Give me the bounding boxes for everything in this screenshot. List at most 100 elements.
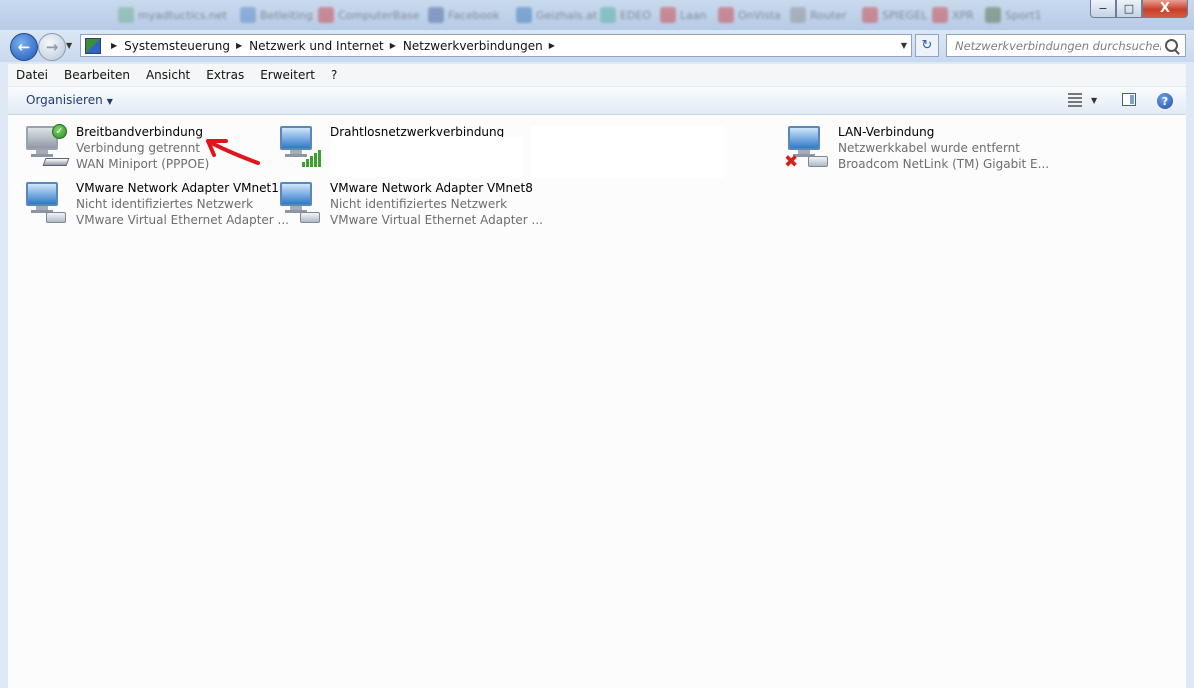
- background-tab: myadtuctics.net: [118, 5, 227, 25]
- background-tab-label: myadtuctics.net: [138, 8, 227, 22]
- background-tab-label: Geizhals.at: [536, 8, 598, 22]
- vmware-adapter-icon: [22, 180, 70, 228]
- background-tab: SPIEGEL: [862, 5, 927, 25]
- preview-pane-icon[interactable]: [1122, 93, 1136, 106]
- wireless-icon: [276, 124, 324, 172]
- breadcrumb-item-systemsteuerung[interactable]: Systemsteuerung: [124, 39, 230, 53]
- signal-bars-icon: [300, 150, 322, 167]
- annotation-arrow-icon: [206, 139, 260, 165]
- address-bar[interactable]: ▶ Systemsteuerung ▶ Netzwerk und Internet…: [80, 34, 912, 57]
- tab-favicon-icon: [516, 7, 532, 23]
- back-button[interactable]: ←: [10, 33, 38, 61]
- background-tab: OnVista: [718, 5, 781, 25]
- network-plug-icon: [808, 156, 828, 167]
- change-view-icon[interactable]: [1068, 93, 1082, 107]
- organize-button[interactable]: Organisieren ▼: [26, 93, 113, 107]
- breadcrumb-root-arrow[interactable]: ▶: [105, 41, 124, 50]
- lan-icon: ✖: [784, 124, 832, 172]
- background-tab-label: SPIEGEL: [882, 8, 928, 22]
- breadcrumb-item-netzwerkverbindungen[interactable]: Netzwerkverbindungen: [403, 39, 543, 53]
- redacted-area: [332, 137, 522, 177]
- tab-favicon-icon: [790, 7, 806, 23]
- network-plug-icon: [300, 212, 320, 223]
- menu-erweitert[interactable]: Erweitert: [252, 68, 323, 82]
- organize-label: Organisieren: [26, 93, 103, 107]
- navigation-bar: ← → ▼ ▶ Systemsteuerung ▶ Netzwerk und In…: [0, 30, 1194, 62]
- refresh-icon: ↻: [921, 38, 933, 53]
- connection-item-breitband[interactable]: ✓ Breitbandverbindung Verbindung getrenn…: [22, 124, 209, 172]
- control-panel-icon: [85, 37, 101, 54]
- background-tab: Laan: [660, 5, 707, 25]
- breadcrumb-chevron-icon[interactable]: ▶: [549, 41, 555, 50]
- connection-item-vmnet1[interactable]: VMware Network Adapter VMnet1 Nicht iden…: [22, 180, 289, 228]
- network-plug-icon: [46, 212, 66, 223]
- menu-ansicht[interactable]: Ansicht: [138, 68, 198, 82]
- menu-help[interactable]: ?: [323, 68, 345, 82]
- recent-pages-dropdown[interactable]: ▼: [66, 41, 72, 50]
- tab-favicon-icon: [600, 7, 616, 23]
- forward-arrow-icon: →: [45, 38, 59, 56]
- menu-bar: Datei Bearbeiten Ansicht Extras Erweiter…: [8, 64, 1186, 87]
- menu-extras[interactable]: Extras: [198, 68, 252, 82]
- menu-bearbeiten[interactable]: Bearbeiten: [56, 68, 138, 82]
- background-tab-label: Router: [810, 8, 847, 22]
- connection-name: Breitbandverbindung: [76, 125, 203, 139]
- vmware-adapter-icon: [276, 180, 324, 228]
- window-controls: − □ X: [1090, 0, 1188, 18]
- connection-status: Nicht identifiziertes Netzwerk: [330, 197, 508, 211]
- refresh-button[interactable]: ↻: [915, 34, 939, 57]
- connection-item-lan[interactable]: ✖ LAN-Verbindung Netzwerkkabel wurde ent…: [784, 124, 1049, 172]
- background-tab: Router: [790, 5, 846, 25]
- maximize-button[interactable]: □: [1116, 0, 1142, 18]
- connection-item-vmnet8[interactable]: VMware Network Adapter VMnet8 Nicht iden…: [276, 180, 543, 228]
- broadband-icon: ✓: [22, 124, 70, 172]
- title-bar: myadtuctics.net Betleiting ComputerBase …: [0, 0, 1194, 30]
- background-tab-label: XPR: [952, 8, 974, 22]
- menu-datei[interactable]: Datei: [8, 68, 56, 82]
- connected-check-icon: ✓: [52, 124, 67, 139]
- breadcrumb-chevron-icon[interactable]: ▶: [390, 41, 396, 50]
- disconnected-x-icon: ✖: [784, 152, 799, 172]
- background-tab: EDEO: [600, 5, 651, 25]
- tab-favicon-icon: [118, 7, 134, 23]
- background-tab: Sport1: [985, 5, 1042, 25]
- background-tab-label: ComputerBase: [338, 8, 420, 22]
- tab-favicon-icon: [428, 7, 444, 23]
- connection-device: VMware Virtual Ethernet Adapter ...: [76, 213, 289, 227]
- connection-name: VMware Network Adapter VMnet1: [76, 181, 279, 195]
- connection-status: Verbindung getrennt: [76, 141, 201, 155]
- redacted-area: [531, 126, 724, 178]
- connection-status: Nicht identifiziertes Netzwerk: [76, 197, 254, 211]
- search-icon[interactable]: [1165, 39, 1178, 52]
- search-input[interactable]: [955, 38, 1161, 53]
- tab-favicon-icon: [660, 7, 676, 23]
- tab-favicon-icon: [240, 7, 256, 23]
- command-bar: Organisieren ▼ ▼ ?: [8, 87, 1186, 115]
- background-tab: XPR: [932, 5, 974, 25]
- background-tab: ComputerBase: [318, 5, 419, 25]
- tab-favicon-icon: [862, 7, 878, 23]
- background-tab-label: EDEO: [620, 8, 652, 22]
- tab-favicon-icon: [718, 7, 734, 23]
- help-icon[interactable]: ?: [1157, 93, 1173, 109]
- background-tab-label: Laan: [680, 8, 707, 22]
- background-tab: Geizhals.at: [516, 5, 597, 25]
- connection-device: Broadcom NetLink (TM) Gigabit E...: [838, 157, 1050, 171]
- breadcrumb-chevron-icon[interactable]: ▶: [236, 41, 242, 50]
- connection-name: VMware Network Adapter VMnet8: [330, 181, 533, 195]
- forward-button[interactable]: →: [38, 33, 66, 61]
- search-box: [946, 34, 1186, 57]
- connection-device: VMware Virtual Ethernet Adapter ...: [330, 213, 543, 227]
- close-button[interactable]: X: [1142, 0, 1188, 18]
- minimize-button[interactable]: −: [1090, 0, 1116, 18]
- tab-favicon-icon: [932, 7, 948, 23]
- chevron-down-icon: ▼: [106, 97, 113, 106]
- connection-name: LAN-Verbindung: [838, 125, 935, 139]
- background-tab-label: Sport1: [1005, 8, 1042, 22]
- address-dropdown-icon[interactable]: ▼: [901, 41, 907, 50]
- breadcrumb-item-netzwerk-und-internet[interactable]: Netzwerk und Internet: [249, 39, 384, 53]
- tab-favicon-icon: [318, 7, 334, 23]
- view-options-dropdown[interactable]: ▼: [1091, 96, 1097, 105]
- background-tab-label: Facebook: [448, 8, 500, 22]
- background-tab-label: Betleiting: [260, 8, 313, 22]
